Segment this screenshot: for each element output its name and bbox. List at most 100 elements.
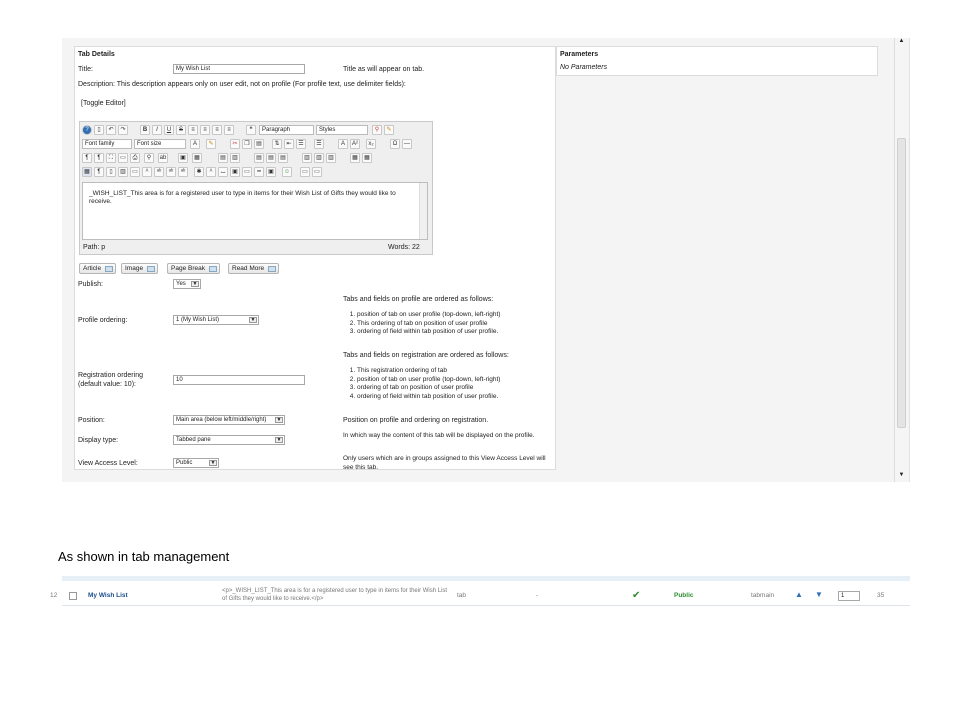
italic-icon[interactable]: I bbox=[152, 125, 162, 135]
published-check-icon[interactable]: ✔ bbox=[632, 590, 640, 601]
help-icon[interactable]: ? bbox=[82, 125, 92, 135]
delete-row-icon[interactable]: ▤ bbox=[278, 153, 288, 163]
move-down-icon[interactable]: ▼ bbox=[815, 590, 823, 599]
source-code-icon[interactable]: ▥ bbox=[118, 167, 128, 177]
show-blocks-icon[interactable]: ¶ bbox=[94, 167, 104, 177]
bold-icon[interactable]: B bbox=[140, 125, 150, 135]
cleanup-icon[interactable]: ✎ bbox=[384, 125, 394, 135]
toggle-editor-link[interactable]: [Toggle Editor] bbox=[81, 100, 126, 107]
order-input[interactable]: 1 bbox=[838, 591, 860, 601]
table-icon[interactable]: ▦ bbox=[192, 153, 202, 163]
blockquote-icon[interactable]: ❝ bbox=[246, 125, 256, 135]
spellcheck-icon[interactable]: ᴬ bbox=[142, 167, 152, 177]
attribs-icon[interactable]: ✱ bbox=[194, 167, 204, 177]
publish-select[interactable]: Yes ▼ bbox=[173, 279, 201, 289]
paste-icon[interactable]: ▤ bbox=[254, 139, 264, 149]
delete-col-icon[interactable]: ▥ bbox=[326, 153, 336, 163]
horizontal-rule-icon[interactable]: — bbox=[402, 139, 412, 149]
ltr-icon[interactable]: ¶ bbox=[82, 153, 92, 163]
find-replace-icon[interactable]: ⇅ bbox=[272, 139, 282, 149]
acronym-icon[interactable]: ᵃᵇ bbox=[178, 167, 188, 177]
insert-image-icon[interactable]: ▣ bbox=[230, 167, 240, 177]
fullscreen-icon[interactable]: ⛶ bbox=[106, 153, 116, 163]
cite-icon[interactable]: ᵃᵇ bbox=[154, 167, 164, 177]
nonbreaking-icon[interactable]: ⌴ bbox=[218, 167, 228, 177]
highlight-icon[interactable]: ✎ bbox=[206, 139, 216, 149]
rtl-icon[interactable]: ¶ bbox=[94, 153, 104, 163]
insert-col-before-icon[interactable]: ▥ bbox=[302, 153, 312, 163]
undo-icon[interactable]: ↶ bbox=[106, 125, 116, 135]
insert-col-after-icon[interactable]: ▥ bbox=[314, 153, 324, 163]
template-icon[interactable]: ▯ bbox=[106, 167, 116, 177]
search-icon[interactable]: ⚲ bbox=[144, 153, 154, 163]
view-access-select[interactable]: Public ▼ bbox=[173, 458, 219, 468]
insert-row-after-icon[interactable]: ▤ bbox=[266, 153, 276, 163]
list-item: This ordering of tab on position of user… bbox=[357, 320, 553, 329]
image-button-label: Image bbox=[125, 265, 144, 272]
pagebreak-icon[interactable]: ▭ bbox=[242, 167, 252, 177]
cut-icon[interactable]: ✂ bbox=[230, 139, 240, 149]
visual-aid-icon[interactable]: ▦ bbox=[82, 167, 92, 177]
hr-icon[interactable]: ━ bbox=[254, 167, 264, 177]
move-up-icon[interactable]: ▲ bbox=[795, 590, 803, 599]
insert-layer-icon[interactable]: ▭ bbox=[130, 167, 140, 177]
position-select[interactable]: Main area (below left/middle/right) ▼ bbox=[173, 415, 285, 425]
font-size-select[interactable]: Font size bbox=[134, 139, 186, 149]
scroll-up-icon[interactable]: ▲ bbox=[897, 38, 906, 47]
cell-props-icon[interactable]: ▥ bbox=[230, 153, 240, 163]
numbered-list-icon[interactable]: ☰ bbox=[296, 139, 306, 149]
superscript-icon[interactable]: A² bbox=[350, 139, 360, 149]
redo-icon[interactable]: ↷ bbox=[118, 125, 128, 135]
page-scrollbar[interactable]: ▲ ▼ bbox=[894, 38, 908, 482]
edit-image-icon[interactable]: ▣ bbox=[266, 167, 276, 177]
styles-select[interactable]: Styles bbox=[316, 125, 368, 135]
copy-icon[interactable]: ❐ bbox=[242, 139, 252, 149]
new-document-icon[interactable]: ▯ bbox=[94, 125, 104, 135]
image-button[interactable]: Image bbox=[121, 263, 159, 274]
row-title-link[interactable]: My Wish List bbox=[88, 592, 128, 599]
read-more-button[interactable]: Read More bbox=[228, 263, 280, 274]
abbr-icon[interactable]: ᵃᵇ bbox=[166, 167, 176, 177]
insert-media-icon[interactable]: ▣ bbox=[178, 153, 188, 163]
display-type-select[interactable]: Tabbed pane ▼ bbox=[173, 435, 285, 445]
editor-scrollbar[interactable] bbox=[419, 183, 427, 239]
align-center-icon[interactable]: ≡ bbox=[200, 125, 210, 135]
tab-details-header: Tab Details bbox=[78, 51, 115, 58]
tab-management-row[interactable]: 12 My Wish List <p>_WISH_LIST_This area … bbox=[50, 576, 910, 606]
scroll-down-icon[interactable]: ▼ bbox=[897, 472, 906, 481]
emotions-icon[interactable]: ☺ bbox=[282, 167, 292, 177]
text-color-icon[interactable]: A bbox=[190, 139, 200, 149]
bullet-list-icon[interactable]: ☰ bbox=[314, 139, 324, 149]
media-icon[interactable]: ▭ bbox=[300, 167, 310, 177]
font-size-up-icon[interactable]: A bbox=[338, 139, 348, 149]
registration-ordering-input[interactable]: 10 bbox=[173, 375, 305, 385]
align-justify-icon[interactable]: ≡ bbox=[224, 125, 234, 135]
page-break-button[interactable]: Page Break bbox=[167, 263, 220, 274]
editor-content-area[interactable]: _WISH_LIST_This area is for a registered… bbox=[82, 182, 428, 240]
replace-icon[interactable]: ab bbox=[158, 153, 168, 163]
readmore-icon[interactable]: ▭ bbox=[312, 167, 322, 177]
article-button[interactable]: Article bbox=[79, 263, 117, 274]
scrollbar-thumb[interactable] bbox=[897, 138, 906, 428]
print-icon[interactable]: ⎙ bbox=[130, 153, 140, 163]
row-type: tab bbox=[457, 592, 467, 599]
align-left-icon[interactable]: ≡ bbox=[188, 125, 198, 135]
profile-ordering-select[interactable]: 1 (My Wish List) ▼ bbox=[173, 315, 259, 325]
split-cells-icon[interactable]: ▦ bbox=[350, 153, 360, 163]
link-icon[interactable]: ⚲ bbox=[372, 125, 382, 135]
special-char-icon[interactable]: Ω bbox=[390, 139, 400, 149]
preview-icon[interactable]: ▭ bbox=[118, 153, 128, 163]
del-icon[interactable]: ᴬ bbox=[206, 167, 216, 177]
subscript-icon[interactable]: x₂ bbox=[366, 139, 376, 149]
title-input[interactable]: My Wish List bbox=[173, 64, 305, 74]
insert-row-before-icon[interactable]: ▤ bbox=[254, 153, 264, 163]
merge-cells-icon[interactable]: ▦ bbox=[362, 153, 372, 163]
underline-icon[interactable]: U bbox=[164, 125, 174, 135]
outdent-icon[interactable]: ⇤ bbox=[284, 139, 294, 149]
format-select[interactable]: Paragraph bbox=[259, 125, 314, 135]
row-props-icon[interactable]: ▤ bbox=[218, 153, 228, 163]
font-family-select[interactable]: Font family bbox=[82, 139, 132, 149]
align-right-icon[interactable]: ≡ bbox=[212, 125, 222, 135]
row-checkbox[interactable] bbox=[69, 592, 77, 600]
strikethrough-icon[interactable]: S bbox=[176, 125, 186, 135]
